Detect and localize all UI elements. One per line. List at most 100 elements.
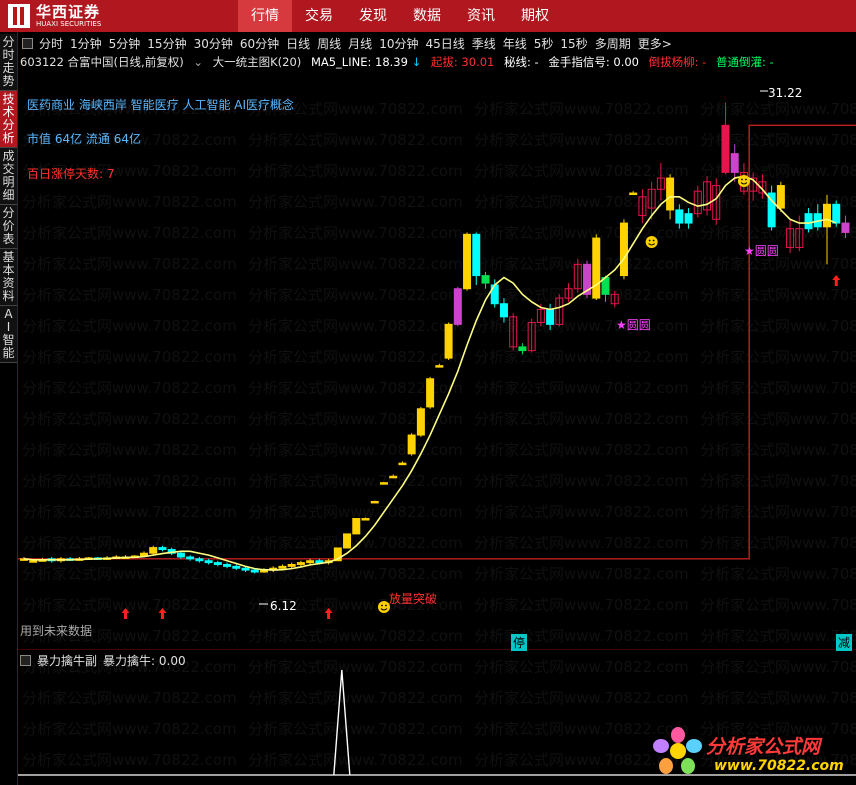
candle[interactable] xyxy=(555,294,564,327)
top-nav-item[interactable]: 交易 xyxy=(292,0,346,32)
candle[interactable] xyxy=(509,313,518,351)
candle[interactable] xyxy=(398,461,407,466)
candle[interactable] xyxy=(767,185,776,231)
candle[interactable] xyxy=(518,343,527,355)
candle[interactable] xyxy=(546,303,555,330)
period-button[interactable]: 周线 xyxy=(317,35,341,52)
period-button[interactable]: 1分钟 xyxy=(70,35,102,52)
candle-body xyxy=(629,192,638,196)
candle[interactable] xyxy=(527,318,536,353)
candle[interactable] xyxy=(416,406,425,437)
candle[interactable] xyxy=(232,564,241,571)
candle[interactable] xyxy=(712,178,721,225)
candle[interactable] xyxy=(813,204,822,231)
candle[interactable] xyxy=(407,433,416,456)
candle-body xyxy=(343,533,352,549)
candle[interactable] xyxy=(786,219,795,254)
candle[interactable] xyxy=(823,194,832,265)
candle[interactable] xyxy=(675,204,684,229)
candle[interactable] xyxy=(426,376,435,409)
candle[interactable] xyxy=(573,258,582,293)
candle[interactable] xyxy=(204,558,213,565)
candle[interactable] xyxy=(296,560,305,567)
candle[interactable] xyxy=(804,208,813,233)
dropdown-icon[interactable]: ⌄ xyxy=(193,55,203,69)
top-nav-item[interactable]: 行情 xyxy=(238,0,292,32)
candle-body xyxy=(241,567,250,571)
candle[interactable] xyxy=(453,286,462,327)
side-tab[interactable]: 分时走势 xyxy=(0,34,17,91)
candle[interactable] xyxy=(379,481,388,485)
candle[interactable] xyxy=(610,290,619,308)
candle[interactable] xyxy=(444,322,453,361)
top-nav-item[interactable]: 数据 xyxy=(400,0,454,32)
candle[interactable] xyxy=(703,176,712,216)
period-button[interactable]: 15秒 xyxy=(560,35,587,52)
candle[interactable] xyxy=(629,191,638,196)
side-tab[interactable]: AI智能 xyxy=(0,306,17,363)
candle-body xyxy=(472,233,481,277)
brand-logo: 华西证券 HUAXI SECURITIES xyxy=(8,3,101,29)
candle[interactable] xyxy=(472,232,481,285)
candle[interactable] xyxy=(306,558,315,565)
period-button[interactable]: 45日线 xyxy=(425,35,464,52)
candle-body xyxy=(315,560,324,564)
candle[interactable] xyxy=(749,172,758,201)
period-button[interactable]: 分时 xyxy=(39,35,63,52)
candle[interactable] xyxy=(592,234,601,300)
period-button[interactable]: 多周期 xyxy=(595,35,631,52)
side-tab[interactable]: 分价表 xyxy=(0,205,17,249)
candle[interactable] xyxy=(370,500,379,504)
candle[interactable] xyxy=(684,208,693,229)
period-button[interactable]: 日线 xyxy=(286,35,310,52)
candle[interactable] xyxy=(158,545,167,552)
candle[interactable] xyxy=(463,232,472,291)
period-button[interactable]: 年线 xyxy=(503,35,527,52)
main-kline-chart[interactable] xyxy=(18,70,856,650)
indicator-name[interactable]: 大一统主图K(20) xyxy=(213,55,302,69)
candle[interactable] xyxy=(638,189,647,224)
period-button[interactable]: 30分钟 xyxy=(194,35,233,52)
candle[interactable] xyxy=(564,283,573,302)
top-nav-item[interactable]: 发现 xyxy=(346,0,400,32)
candle[interactable] xyxy=(499,298,508,323)
candle[interactable] xyxy=(389,474,398,479)
candle[interactable] xyxy=(195,556,204,563)
smiley-eye xyxy=(741,178,743,181)
period-button[interactable]: 季线 xyxy=(472,35,496,52)
side-tab[interactable]: 成交明细 xyxy=(0,148,17,205)
candle[interactable] xyxy=(223,562,232,569)
period-button[interactable]: 60分钟 xyxy=(240,35,279,52)
candle[interactable] xyxy=(841,215,850,239)
top-nav-item[interactable]: 期权 xyxy=(508,0,562,32)
candle[interactable] xyxy=(481,271,490,289)
dao-value: 倒拔杨柳: - xyxy=(648,55,707,69)
period-button[interactable]: 15分钟 xyxy=(147,35,186,52)
candle[interactable] xyxy=(693,185,702,218)
candle[interactable] xyxy=(361,517,370,521)
candle[interactable] xyxy=(213,560,222,567)
candle[interactable] xyxy=(721,102,730,175)
period-button[interactable]: 更多> xyxy=(638,35,672,52)
period-button[interactable]: 5秒 xyxy=(534,35,554,52)
candle[interactable] xyxy=(176,551,185,559)
period-button[interactable]: 10分钟 xyxy=(379,35,418,52)
side-tab[interactable]: 基本资料 xyxy=(0,249,17,306)
candle[interactable] xyxy=(186,555,195,561)
smiley-eye xyxy=(745,178,747,181)
collapse-icon[interactable] xyxy=(22,37,33,49)
period-button[interactable]: 月线 xyxy=(348,35,372,52)
candle[interactable] xyxy=(352,518,361,535)
candle[interactable] xyxy=(730,144,739,182)
period-button[interactable]: 5分钟 xyxy=(109,35,141,52)
candle[interactable] xyxy=(343,533,352,549)
top-nav-item[interactable]: 资讯 xyxy=(454,0,508,32)
side-tab[interactable]: 技术分析 xyxy=(0,91,17,148)
candle[interactable] xyxy=(656,163,665,201)
candle[interactable] xyxy=(149,545,158,556)
candle[interactable] xyxy=(619,219,628,280)
candle[interactable] xyxy=(269,566,278,572)
smiley-face xyxy=(737,175,750,187)
candle[interactable] xyxy=(795,215,804,252)
candle[interactable] xyxy=(435,363,444,368)
